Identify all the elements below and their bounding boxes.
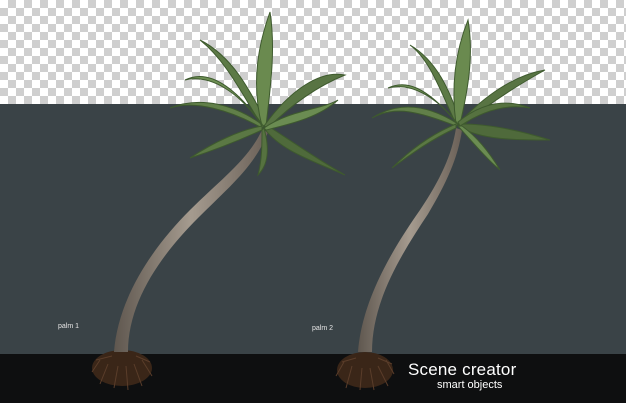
palm-1-label: palm 1 <box>58 323 80 330</box>
palm-2-trunk <box>358 128 462 352</box>
palm-2-crown <box>371 18 551 171</box>
palm-1-roots <box>91 350 153 391</box>
brand-title: Scene creator <box>408 360 517 379</box>
brand-subtitle: smart objects <box>437 379 503 391</box>
palm-2-label: palm 2 <box>312 325 334 332</box>
palm-1-trunk <box>114 130 268 352</box>
palm-2-roots <box>335 352 395 391</box>
palm-1 <box>91 11 347 391</box>
palm-scene <box>91 11 551 391</box>
palm-2 <box>335 18 551 391</box>
